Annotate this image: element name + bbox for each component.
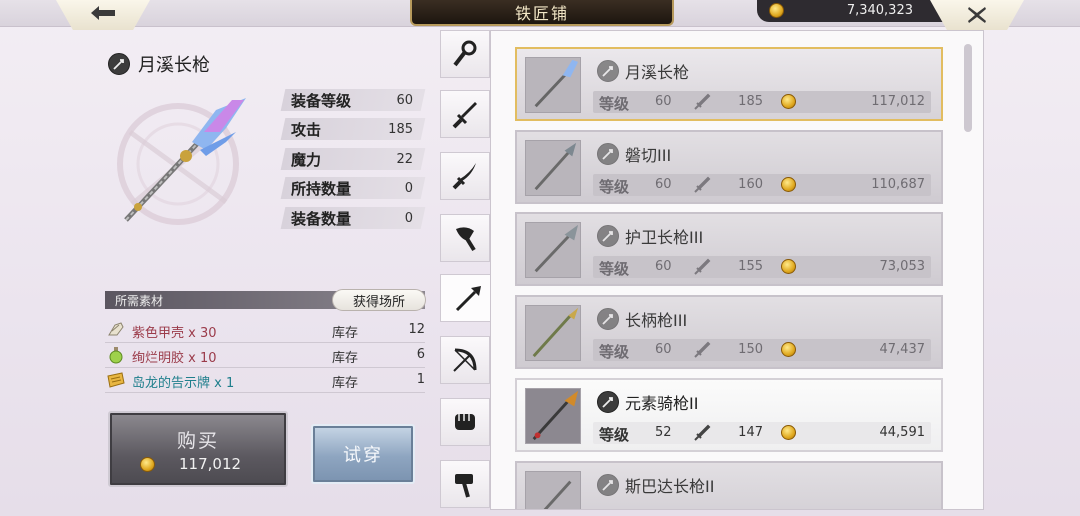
item-thumbnail xyxy=(525,222,581,278)
item-thumbnail xyxy=(525,388,581,444)
weapon-list[interactable]: 月溪长枪 等级 60 185 117,012 磐切III 等级 60 160 1… xyxy=(490,30,984,510)
materials-header-label: 所需素材 xyxy=(115,294,164,308)
item-thumbnail xyxy=(525,57,581,113)
item-stats: 等级 60 155 73,053 xyxy=(593,256,931,278)
shell-material-icon xyxy=(108,322,124,336)
spear-type-icon xyxy=(597,225,619,247)
attack-icon xyxy=(694,341,711,358)
attack-icon xyxy=(694,176,711,193)
gold-display: 7,340,323 xyxy=(757,0,957,22)
stat-attack: 攻击 185 xyxy=(280,118,426,140)
spear-icon xyxy=(455,286,481,312)
item-thumbnail xyxy=(525,471,581,509)
spear-type-icon xyxy=(108,53,130,75)
gold-amount: 7,340,323 xyxy=(846,3,913,18)
source-location-button[interactable]: 获得场所 xyxy=(332,289,426,311)
material-row[interactable]: 绚烂明胶 x 10 库存 6 xyxy=(105,343,425,368)
attack-icon xyxy=(694,93,711,110)
attack-icon xyxy=(694,258,711,275)
item-stats: 等级 60 160 110,687 xyxy=(593,174,931,196)
list-item[interactable]: 月溪长枪 等级 60 185 117,012 xyxy=(515,47,943,121)
spear-type-icon xyxy=(597,143,619,165)
close-icon xyxy=(968,7,986,23)
gold-coin-icon xyxy=(781,342,796,357)
item-name: 月溪长枪 xyxy=(138,55,210,76)
item-name: 磐切III xyxy=(625,146,672,165)
gold-coin-icon xyxy=(781,259,796,274)
stat-equipped-count: 装备数量 0 xyxy=(280,207,426,229)
back-arrow-icon xyxy=(91,6,115,20)
item-name: 护卫长枪III xyxy=(625,228,704,247)
staff-icon xyxy=(453,40,477,67)
buy-price-row: 117,012 xyxy=(140,455,241,473)
axe-icon xyxy=(456,227,476,252)
item-name: 月溪长枪 xyxy=(625,63,690,82)
tab-bow[interactable] xyxy=(440,336,490,384)
tab-staff[interactable] xyxy=(440,30,490,78)
tab-hammer[interactable] xyxy=(440,460,490,508)
spear-type-icon xyxy=(597,391,619,413)
gold-coin-icon xyxy=(781,94,796,109)
bow-icon xyxy=(453,348,477,372)
spear-type-icon xyxy=(597,308,619,330)
item-name: 长柄枪III xyxy=(625,311,688,330)
material-row[interactable]: 紫色甲壳 x 30 库存 12 xyxy=(105,318,425,343)
spear-artwork xyxy=(117,98,246,225)
signboard-material-icon xyxy=(107,372,125,388)
spear-type-icon xyxy=(597,60,619,82)
hammer-icon xyxy=(455,474,473,498)
list-scrollbar[interactable] xyxy=(964,44,972,132)
tab-spear[interactable] xyxy=(440,274,496,322)
attack-icon xyxy=(694,424,711,441)
list-item[interactable]: 长柄枪III 等级 60 150 47,437 xyxy=(515,295,943,369)
tab-sword[interactable] xyxy=(440,90,490,138)
gold-coin-icon xyxy=(140,456,155,472)
list-item[interactable]: 斯巴达长枪II xyxy=(515,461,943,509)
tab-fist[interactable] xyxy=(440,398,490,446)
gold-coin-icon xyxy=(769,3,784,18)
item-thumbnail xyxy=(525,140,581,196)
page-title: 铁匠铺 xyxy=(410,0,674,26)
stat-magic: 魔力 22 xyxy=(280,148,426,170)
list-item[interactable]: 磐切III 等级 60 160 110,687 xyxy=(515,130,943,204)
list-item[interactable]: 护卫长枪III 等级 60 155 73,053 xyxy=(515,212,943,286)
item-name: 斯巴达长枪II xyxy=(625,477,715,496)
buy-button[interactable]: 购买 117,012 xyxy=(108,411,288,487)
buy-label: 购买 xyxy=(176,430,219,452)
potion-material-icon xyxy=(109,347,123,364)
sword-icon xyxy=(452,102,477,129)
spear-type-icon xyxy=(597,474,619,496)
gold-coin-icon xyxy=(781,177,796,192)
material-row[interactable]: 岛龙的告示牌 x 1 库存 1 xyxy=(105,368,425,393)
stat-owned-count: 所持数量 0 xyxy=(280,177,426,199)
item-thumbnail xyxy=(525,305,581,361)
try-on-button[interactable]: 试穿 xyxy=(311,424,415,484)
list-item[interactable]: 元素骑枪II 等级 52 147 44,591 xyxy=(515,378,943,452)
tab-katana[interactable] xyxy=(440,152,490,200)
fist-icon xyxy=(455,414,475,430)
item-stats: 等级 60 150 47,437 xyxy=(593,339,931,361)
buy-price: 117,012 xyxy=(179,455,242,473)
item-stats: 等级 52 147 44,591 xyxy=(593,422,931,444)
tab-axe[interactable] xyxy=(440,214,490,262)
gold-coin-icon xyxy=(781,425,796,440)
item-name: 元素骑枪II xyxy=(625,394,699,413)
item-stats: 等级 60 185 117,012 xyxy=(593,91,931,113)
item-title: 月溪长枪 xyxy=(108,52,210,76)
stat-equip-level: 装备等级 60 xyxy=(280,89,426,111)
katana-icon xyxy=(452,163,476,190)
